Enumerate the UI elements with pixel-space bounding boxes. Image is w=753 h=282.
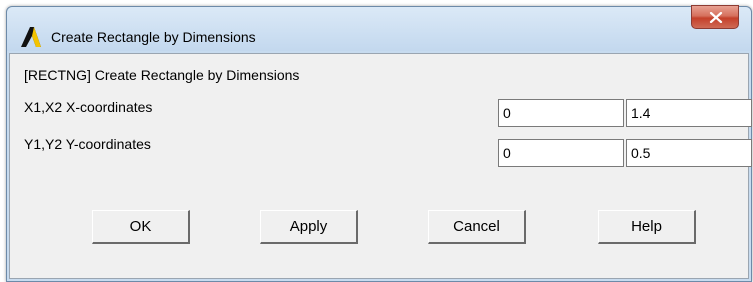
y2-input[interactable]	[626, 139, 752, 167]
x2-input[interactable]	[626, 99, 752, 127]
dialog-body: [RECTNG] Create Rectangle by Dimensions …	[9, 53, 752, 279]
help-button[interactable]: Help	[598, 210, 696, 244]
apply-button[interactable]: Apply	[260, 210, 358, 244]
dialog-window: Create Rectangle by Dimensions [RECTNG] …	[6, 5, 752, 282]
close-icon	[709, 12, 723, 23]
x1-input[interactable]	[498, 99, 624, 127]
y1-input[interactable]	[498, 139, 624, 167]
y-coordinates-label: Y1,Y2 Y-coordinates	[24, 136, 151, 152]
command-heading: [RECTNG] Create Rectangle by Dimensions	[24, 67, 300, 83]
cancel-button[interactable]: Cancel	[428, 210, 526, 244]
close-button[interactable]	[691, 5, 739, 29]
window-title: Create Rectangle by Dimensions	[51, 29, 256, 45]
ok-button[interactable]: OK	[92, 210, 190, 244]
ansys-logo-icon	[21, 27, 41, 47]
title-bar[interactable]: Create Rectangle by Dimensions	[7, 5, 751, 51]
x-coordinates-label: X1,X2 X-coordinates	[24, 99, 153, 115]
